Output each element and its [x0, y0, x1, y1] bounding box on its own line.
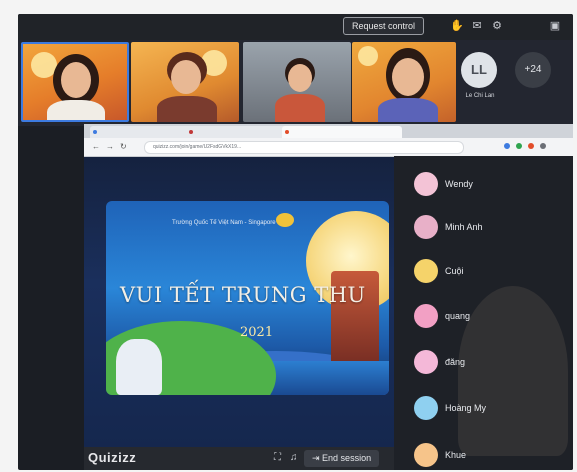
raise-hand-icon[interactable]: ✋: [450, 19, 464, 33]
list-item[interactable]: Wendy: [414, 172, 564, 200]
top-toolbar: Request control ✋ ✉ ⚙ ▣: [18, 14, 573, 40]
participant-avatar: [414, 350, 438, 374]
participant-name: quang: [445, 311, 471, 321]
video-tile-3[interactable]: [243, 42, 351, 122]
video-tile-1[interactable]: [21, 42, 129, 122]
list-item[interactable]: Hoàng My: [414, 396, 564, 424]
url-input[interactable]: quizizz.com/join/game/U2FsdGVkX19...: [144, 141, 464, 154]
list-item[interactable]: Cuội: [414, 259, 564, 287]
participant-avatar: [414, 172, 438, 196]
face: [171, 60, 201, 94]
end-session-button[interactable]: ⇥ End session: [304, 450, 380, 467]
slide-title: VUI TẾT TRUNG THU: [120, 283, 366, 307]
reload-icon[interactable]: ↻: [120, 142, 127, 151]
back-icon[interactable]: ←: [92, 142, 100, 151]
browser-tab[interactable]: [90, 126, 192, 138]
session-bar: Quizizz ⛶ ♫ ⇥ End session: [84, 447, 394, 470]
shirt: [157, 96, 217, 122]
browser-tab-bar: [84, 124, 573, 138]
meeting-window: Request control ✋ ✉ ⚙ ▣ LL Le Chi Lan +2…: [18, 14, 573, 470]
background-moon: [358, 46, 378, 66]
participants-list: Wendy Minh Anh Cuội quang đăng Hoàng My …: [394, 156, 573, 470]
participant-avatar: [414, 215, 438, 239]
participant-avatar: [414, 304, 438, 328]
list-item[interactable]: đăng: [414, 350, 564, 378]
slide-year: 2021: [240, 325, 274, 340]
avatar-name: Le Chi Lan: [465, 93, 495, 99]
music-icon[interactable]: ♫: [290, 452, 298, 463]
quiz-slide: Trường Quốc Tế Việt Nam - Singapore VUI …: [106, 201, 389, 395]
extension-icon[interactable]: [516, 143, 522, 149]
shirt: [275, 94, 325, 122]
extension-icon[interactable]: [504, 143, 510, 149]
rabbit-illustration: [116, 339, 162, 395]
chat-icon[interactable]: ✉: [470, 19, 484, 33]
video-tile-4[interactable]: [352, 42, 456, 122]
extension-icon[interactable]: [528, 143, 534, 149]
avatar[interactable]: LL: [461, 52, 497, 88]
request-control-button[interactable]: Request control: [343, 17, 425, 35]
school-logo-icon: [276, 213, 294, 227]
participant-name: đăng: [445, 357, 466, 367]
shirt: [47, 100, 105, 120]
video-tile-2[interactable]: [131, 42, 239, 122]
more-participants-button[interactable]: +24: [515, 52, 551, 88]
quizizz-logo: Quizizz: [88, 450, 137, 465]
face: [392, 58, 424, 96]
forward-icon[interactable]: →: [106, 142, 114, 151]
participant-name: Minh Anh: [445, 222, 483, 232]
settings-icon[interactable]: ⚙: [490, 19, 504, 33]
browser-tab[interactable]: [282, 126, 402, 138]
extension-icon[interactable]: [540, 143, 546, 149]
window-icon[interactable]: ▣: [548, 19, 562, 33]
participants-strip: LL Le Chi Lan +24: [18, 40, 573, 126]
face: [61, 62, 91, 98]
participant-name: Hoàng My: [445, 403, 487, 413]
browser-tab[interactable]: [186, 126, 288, 138]
participant-name: Wendy: [445, 179, 473, 189]
school-name: Trường Quốc Tế Việt Nam - Singapore: [172, 220, 276, 226]
participant-avatar: [414, 396, 438, 420]
participant-name: Cuội: [445, 266, 464, 276]
list-item[interactable]: Minh Anh: [414, 215, 564, 243]
list-item[interactable]: Khue: [414, 443, 564, 470]
fullscreen-icon[interactable]: ⛶: [274, 452, 281, 463]
end-session-label: End session: [322, 453, 372, 463]
browser-address-bar: ← → ↻ quizizz.com/join/game/U2FsdGVkX19.…: [84, 138, 573, 157]
shirt: [378, 98, 438, 122]
participant-avatar: [414, 259, 438, 283]
face: [288, 64, 312, 92]
list-item[interactable]: quang: [414, 304, 564, 332]
participant-avatar: [414, 443, 438, 467]
participant-name: Khue: [445, 450, 467, 460]
